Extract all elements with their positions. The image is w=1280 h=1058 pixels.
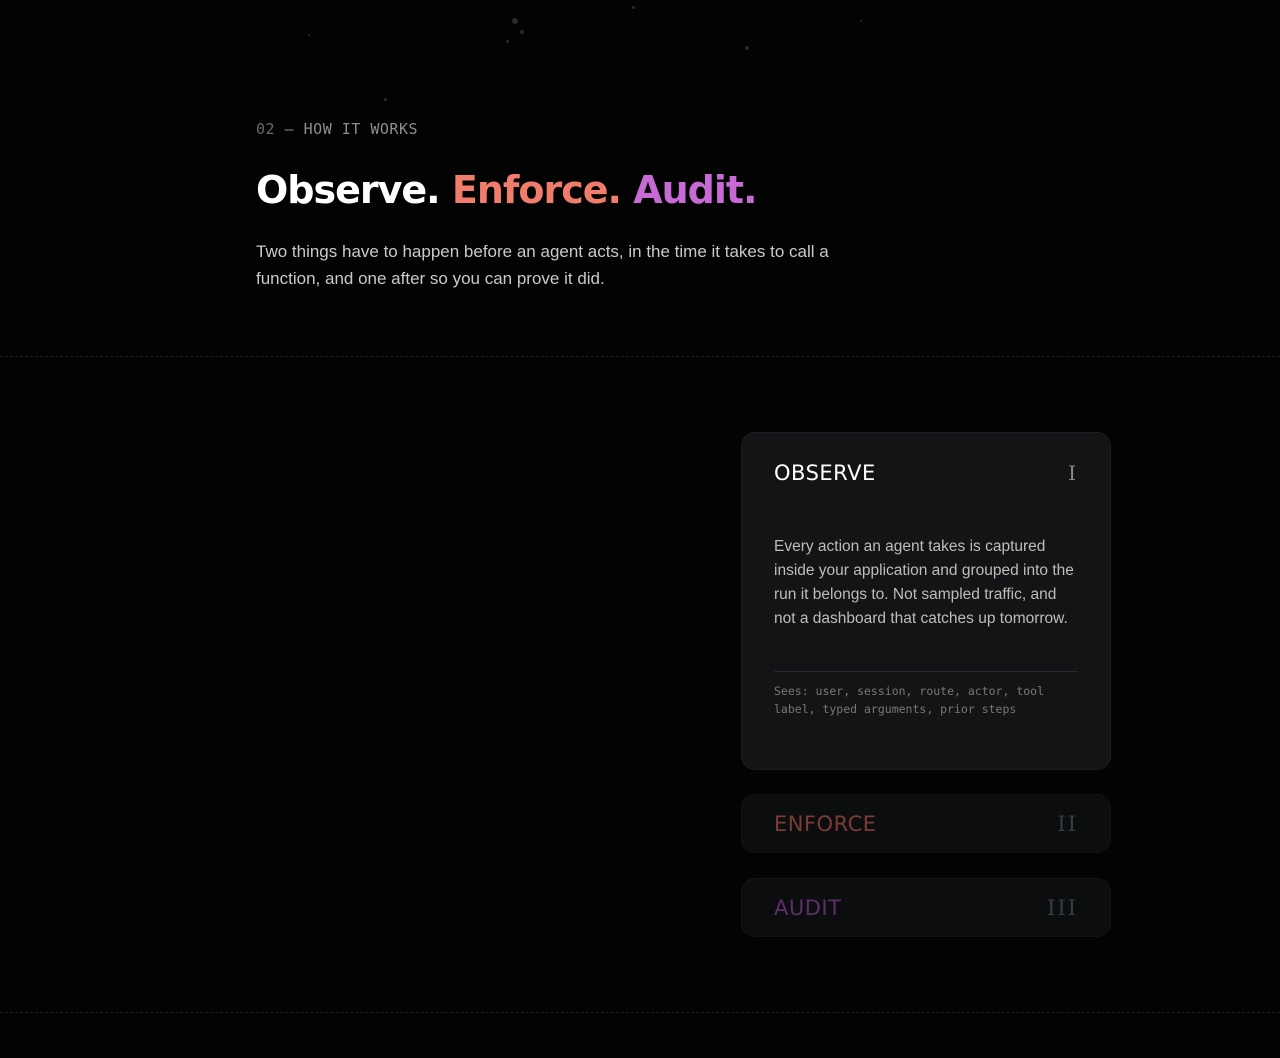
section-number: 02 (256, 120, 276, 138)
section-divider-bottom (0, 1012, 1280, 1013)
step-description-observe: Every action an agent takes is captured … (774, 538, 1074, 627)
step-title-enforce: ENFORCE (774, 811, 877, 836)
section-description: Two things have to happen before an agen… (256, 242, 829, 288)
step-card-audit[interactable]: AUDIT III (741, 878, 1111, 937)
step-footnote-observe: Sees: user, session, route, actor, tool … (774, 671, 1078, 718)
step-numeral-observe: I (1068, 461, 1078, 485)
section-divider-top (0, 356, 1280, 357)
headline-enforce: Enforce. (451, 168, 622, 212)
step-title-audit: AUDIT (774, 895, 842, 920)
step-numeral-enforce: II (1057, 811, 1078, 836)
section-label: — HOW IT WORKS (284, 120, 419, 138)
step-card-header[interactable]: AUDIT III (774, 879, 1078, 936)
step-card-observe[interactable]: OBSERVE I Every action an agent takes is… (741, 432, 1111, 770)
step-numeral-audit: III (1047, 895, 1078, 920)
headline-observe: Observe. (256, 168, 441, 212)
step-card-header[interactable]: ENFORCE II (774, 795, 1078, 852)
background-noise (0, 0, 1280, 120)
how-it-works-intro: 02 — HOW IT WORKS Observe. Enforce. Audi… (256, 120, 876, 292)
headline-audit: Audit. (633, 168, 757, 212)
section-eyebrow: 02 — HOW IT WORKS (256, 120, 876, 142)
step-card-enforce[interactable]: ENFORCE II (741, 794, 1111, 853)
step-card-header[interactable]: OBSERVE I (774, 461, 1078, 485)
section-headline: Observe. Enforce. Audit. (256, 166, 876, 214)
step-title-observe: OBSERVE (774, 461, 876, 485)
